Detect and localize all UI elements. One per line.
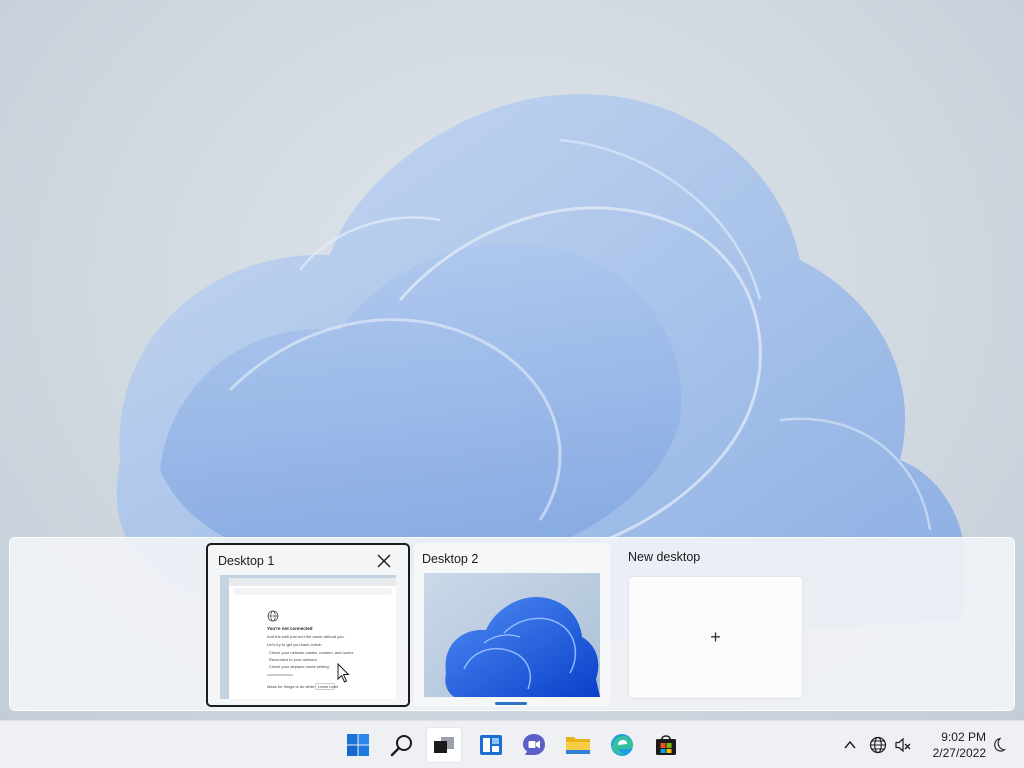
windows-start-icon[interactable]: [340, 727, 376, 763]
offline-step: Check your network cables, modem, and ro…: [269, 650, 354, 655]
plus-icon: +: [710, 627, 721, 647]
desktop-2-preview: [424, 573, 600, 697]
new-desktop-label: New desktop: [628, 550, 701, 564]
task-view-panel: Desktop 1 You're not connected And the w…: [9, 537, 1015, 711]
offline-step: Check your airplane mode setting.: [269, 664, 330, 669]
clock-time: 9:02 PM: [941, 730, 986, 744]
active-desktop-indicator: [495, 702, 527, 705]
edge-browser-icon[interactable]: [604, 727, 640, 763]
close-icon[interactable]: [374, 551, 394, 571]
volume-muted-icon[interactable]: [891, 733, 915, 757]
taskbar: 9:02 PM 2/27/2022: [0, 720, 1024, 768]
desktop-1-card[interactable]: Desktop 1 You're not connected And the w…: [206, 543, 410, 707]
offline-subtext: And the web just isn't the same without …: [267, 634, 345, 639]
globe-icon: [267, 610, 279, 622]
desktop-1-preview: You're not connected And the web just is…: [220, 575, 396, 699]
task-view-icon[interactable]: [426, 727, 462, 763]
network-globe-icon[interactable]: [866, 733, 890, 757]
bloom-wallpaper-thumbnail: [424, 573, 600, 697]
offline-lets-try: Let's try to get you back online:: [267, 642, 323, 647]
search-icon[interactable]: [384, 727, 420, 763]
offline-step: Reconnect to your network.: [269, 657, 318, 662]
moon-icon[interactable]: [986, 733, 1010, 757]
desktop-2-card[interactable]: Desktop 2: [414, 543, 610, 707]
new-desktop-button[interactable]: +: [628, 576, 803, 699]
teams-chat-icon[interactable]: [516, 727, 552, 763]
browser-window-preview: You're not connected And the web just is…: [229, 578, 396, 699]
clock-date: 2/27/2022: [932, 746, 986, 760]
desktop-2-title: Desktop 2: [422, 552, 479, 566]
widgets-icon[interactable]: [473, 727, 509, 763]
microsoft-store-icon[interactable]: [648, 727, 684, 763]
desktop-1-title: Desktop 1: [218, 554, 275, 568]
learn-more-button: Learn more: [315, 683, 338, 690]
mouse-pointer-icon: [337, 663, 350, 683]
chevron-up-icon[interactable]: [838, 733, 862, 757]
system-clock[interactable]: 9:02 PM 2/27/2022: [922, 729, 986, 761]
file-explorer-icon[interactable]: [560, 727, 596, 763]
offline-heading: You're not connected: [267, 626, 313, 631]
